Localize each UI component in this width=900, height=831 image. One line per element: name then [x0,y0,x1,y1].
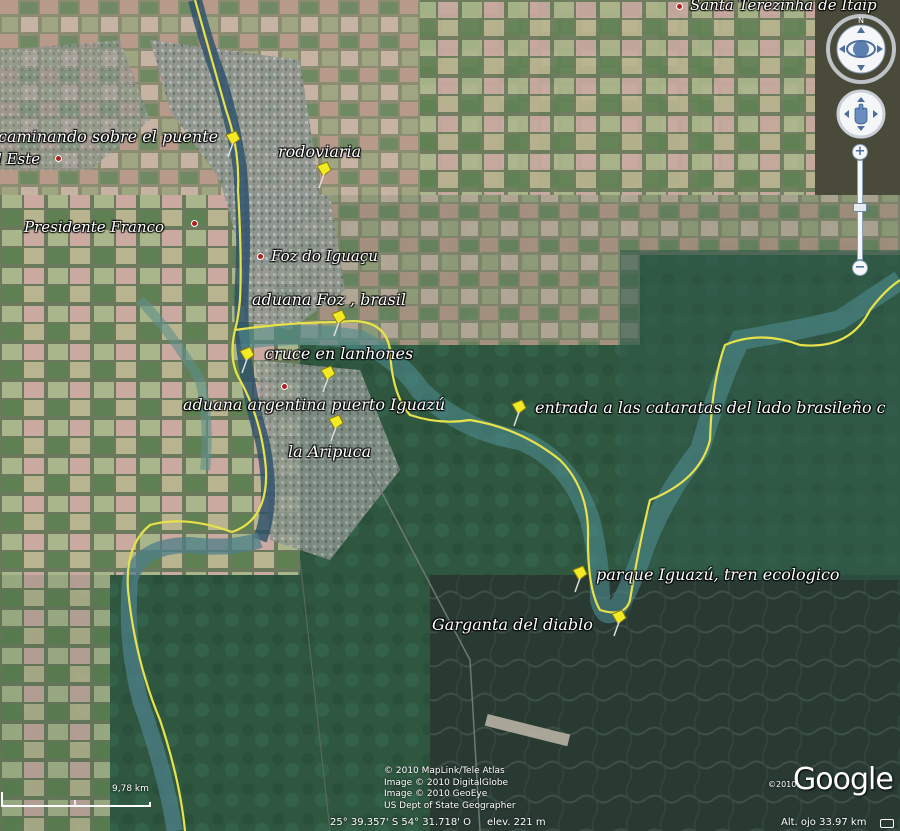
credit-line: © 2010 MapLink/Tele Atlas [384,766,505,776]
scale-label: 9,78 km [112,784,149,794]
placemark-pin-icon[interactable] [317,364,339,394]
zoom-slider[interactable]: + − [852,144,868,276]
zoom-in-button[interactable]: + [852,144,868,160]
credit-line: Image © 2010 GeoEye [384,789,488,799]
placemark-label-rodoviaria[interactable]: rodoviaria [278,143,361,161]
placemark-label-aduana-foz[interactable]: aduana Foz , brasil [252,291,406,309]
status-bar: 25° 39.357' S 54° 31.718' O elev. 221 m … [0,816,900,831]
placemark-label-cruce[interactable]: cruce en lanhones [265,345,413,363]
place-label-santa-terezinha[interactable]: Santa Terezinha de Itaip [690,0,877,14]
place-dot[interactable] [676,3,683,10]
coordinates-readout: 25° 39.357' S 54° 31.718' O [330,817,472,828]
imagery-credits: © 2010 MapLink/Tele Atlas Image © 2010 D… [384,766,516,812]
placemark-label-garganta[interactable]: Garganta del diablo [432,616,593,634]
zoom-thumb[interactable] [853,203,867,212]
elevation-readout: elev. 221 m [487,817,546,828]
zoom-out-button[interactable]: − [852,260,868,276]
place-label-presidente-franco[interactable]: Presidente Franco [24,218,164,236]
credit-line: US Dept of State Geographer [384,800,516,811]
placemark-pin-icon[interactable] [569,564,591,594]
place-dot[interactable] [191,220,198,227]
placemark-pin-icon[interactable] [608,608,630,638]
google-logo: Google [793,762,894,797]
placemark-pin-icon[interactable] [325,413,347,443]
placemark-pin-icon[interactable] [328,308,350,338]
svg-text:N: N [858,16,864,25]
placemark-pin-icon[interactable] [236,345,258,375]
placemark-pin-icon[interactable] [508,398,530,428]
placemark-label-aripuca[interactable]: la Aripuca [288,443,371,461]
placemark-pin-icon[interactable] [313,160,335,190]
placemark-label-parque[interactable]: parque Iguazú, tren ecologico [596,566,840,584]
streaming-indicator [880,819,894,828]
placemark-label-puente[interactable]: caminando sobre el puente [0,128,218,146]
place-dot[interactable] [281,383,288,390]
placemark-pin-icon[interactable] [222,129,244,159]
eye-altitude-readout: Alt. ojo 33.97 km [781,817,867,828]
place-dot[interactable] [257,253,264,260]
place-label-este[interactable]: l Este [0,150,40,168]
credit-line: Image © 2010 DigitalGlobe [384,777,509,788]
place-dot[interactable] [55,155,62,162]
move-hand-icon[interactable] [836,89,886,139]
placemark-label-aduana-arg[interactable]: aduana argentina puerto Iguazú [183,396,445,414]
look-compass-icon[interactable]: N [826,14,896,84]
place-label-foz-do-iguacu[interactable]: Foz do Iguaçu [271,247,378,265]
placemark-label-entrada[interactable]: entrada a las cataratas del lado brasile… [535,399,886,417]
